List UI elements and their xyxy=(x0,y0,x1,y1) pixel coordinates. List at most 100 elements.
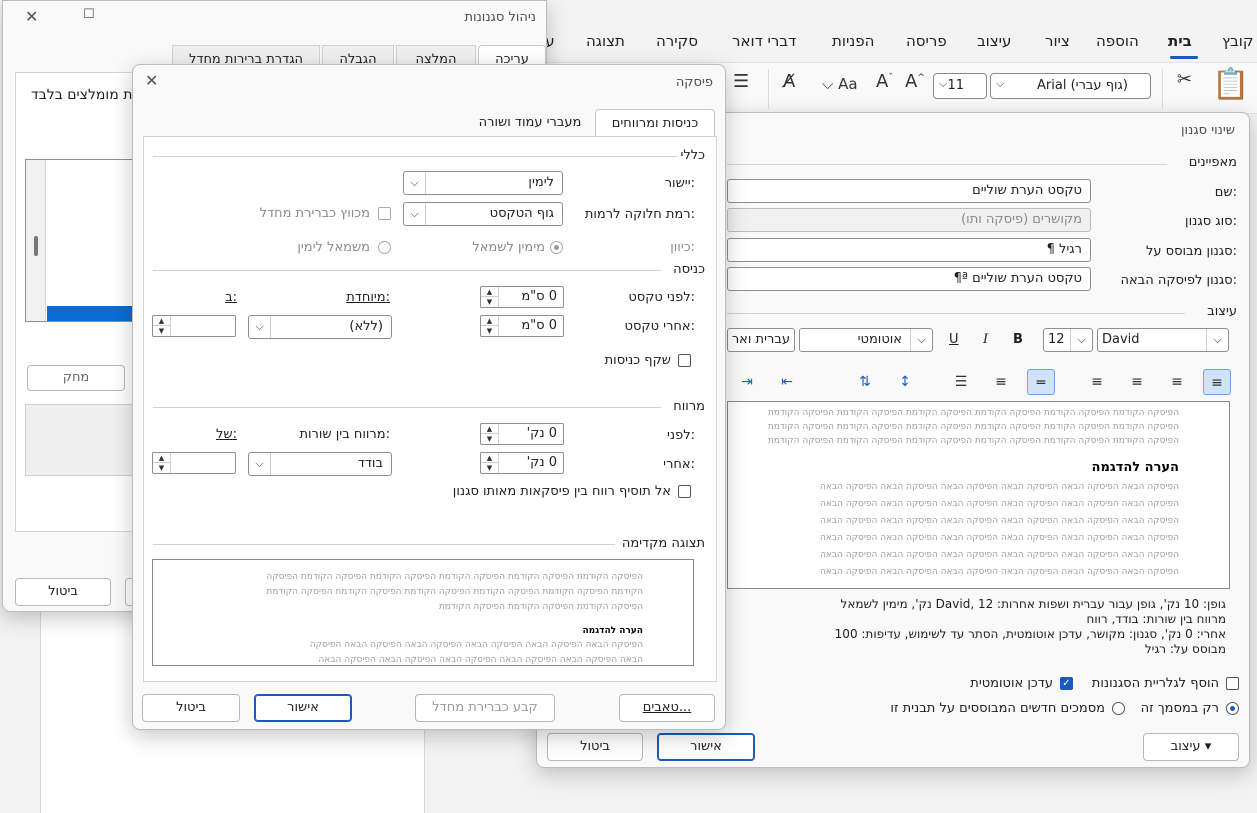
by-label: ב: xyxy=(225,290,237,305)
styles-list-scrollbar[interactable] xyxy=(26,160,46,321)
collapsed-default-checkbox xyxy=(378,207,391,220)
scroll-thumb[interactable] xyxy=(34,236,38,256)
font-name-select[interactable]: Arial (גוף עברי) ⌵ xyxy=(990,73,1151,99)
set-default-button[interactable]: קבע כברירת מחדל xyxy=(415,694,555,722)
cancel-button[interactable]: ביטול xyxy=(142,694,240,722)
selected-style-row[interactable] xyxy=(47,306,135,321)
only-this-doc-radio[interactable] xyxy=(1226,702,1239,715)
outline-level-select[interactable]: גוף הטקסט ⌵ xyxy=(403,202,563,226)
tab-mailings[interactable]: דברי דואר xyxy=(732,32,796,50)
ok-button[interactable]: אישור xyxy=(657,733,755,761)
paste-icon[interactable]: 📋 xyxy=(1212,67,1249,102)
preview-previous-line: הקודמת הפיסקה הקודמת הפיסקה הקודמת הפיסק… xyxy=(266,587,643,597)
name-input[interactable]: טקסט הערת שוליים xyxy=(727,179,1091,203)
increase-indent-icon[interactable]: ⇥ xyxy=(733,369,761,395)
preview-next-line: הפיסקה הבאה הפיסקה הבאה הפיסקה הבאה הפיס… xyxy=(309,640,643,650)
tabs-button[interactable]: טאבים... xyxy=(619,694,715,722)
spin-up-icon[interactable]: ▲ xyxy=(481,453,498,463)
before-text-spinner[interactable]: 0 ס"מ ▲ ▼ xyxy=(480,286,564,308)
spacing-before-spinner[interactable]: 0 נק' ▲ ▼ xyxy=(480,423,564,445)
shrink-font-icon[interactable]: Aˇ xyxy=(876,71,893,92)
cancel-button[interactable]: ביטול xyxy=(547,733,643,761)
add-to-gallery-label: הוסף לגלריית הסגנונות xyxy=(1091,676,1219,691)
close-icon[interactable]: ✕ xyxy=(25,7,38,26)
preview-sample-text: הערה להדגמה xyxy=(1091,460,1179,475)
increase-line-spacing-icon[interactable]: ↕ xyxy=(891,369,919,395)
font-select[interactable]: David ⌵ xyxy=(1097,328,1229,352)
spin-up-icon[interactable]: ▲ xyxy=(481,424,498,434)
tab-draw[interactable]: ציור xyxy=(1045,32,1070,50)
preview-next-line: הפיסקה הבאה הפיסקה הבאה הפיסקה הבאה הפיס… xyxy=(819,550,1179,560)
clear-formatting-icon[interactable]: A̸ xyxy=(783,71,795,92)
before-text-label: לפני טקסט: xyxy=(628,290,695,305)
spin-down-icon[interactable]: ▼ xyxy=(481,326,498,336)
after-text-spinner[interactable]: 0 ס"מ ▲ ▼ xyxy=(480,315,564,337)
style-type-select: מקושרים (פיסקה ותו) xyxy=(727,208,1091,232)
tab-design[interactable]: עיצוב xyxy=(977,32,1011,50)
decrease-line-spacing-icon[interactable]: ⇅ xyxy=(851,369,879,395)
spin-down-icon[interactable]: ▼ xyxy=(153,463,170,473)
maximize-icon[interactable]: ☐ xyxy=(83,7,95,22)
add-to-gallery-checkbox[interactable] xyxy=(1226,677,1239,690)
styles-list[interactable] xyxy=(25,159,135,322)
next-style-select[interactable]: ¶ª טקסט הערת שוליים xyxy=(727,267,1091,291)
font-size-select[interactable]: 11 ⌵ xyxy=(933,73,987,99)
tab-line-page-breaks[interactable]: מעברי עמוד ושורה xyxy=(467,109,593,137)
delete-button[interactable]: מחק xyxy=(27,365,125,391)
indent-by-spinner[interactable]: ▲ ▼ xyxy=(152,315,236,337)
size-select[interactable]: 12 ⌵ xyxy=(1043,328,1093,352)
spin-up-icon[interactable]: ▲ xyxy=(481,316,498,326)
double-spacing-button[interactable]: ☰ xyxy=(947,369,975,395)
only-this-doc-label: רק במסמך זה xyxy=(1140,701,1219,716)
tab-layout[interactable]: פריסה xyxy=(906,32,947,50)
decrease-indent-icon[interactable]: ⇤ xyxy=(773,369,801,395)
script-select[interactable]: עברית ואר xyxy=(727,328,795,352)
alignment-select[interactable]: לימין ⌵ xyxy=(403,171,563,195)
align-center-button[interactable]: ≡ xyxy=(1163,369,1191,395)
tab-home[interactable]: בית xyxy=(1168,32,1192,50)
after-text-label: אחרי טקסט: xyxy=(624,319,695,334)
tab-references[interactable]: הפניות xyxy=(832,32,874,50)
special-indent-select[interactable]: (ללא) ⌵ xyxy=(248,315,392,339)
single-spacing-button[interactable]: ═ xyxy=(1027,369,1055,395)
spin-down-icon[interactable]: ▼ xyxy=(481,463,498,473)
auto-update-checkbox[interactable]: ✓ xyxy=(1060,677,1073,690)
tab-review[interactable]: סקירה xyxy=(656,32,698,50)
section-divider xyxy=(727,313,1185,314)
cancel-button[interactable]: ביטול xyxy=(15,578,111,606)
tab-indents-spacing[interactable]: כניסות ומרווחים xyxy=(595,109,715,137)
spin-up-icon[interactable]: ▲ xyxy=(153,316,170,326)
close-icon[interactable]: ✕ xyxy=(145,71,158,90)
tab-insert[interactable]: הוספה xyxy=(1096,32,1139,50)
format-menu-button[interactable]: עיצוב ▾ xyxy=(1143,733,1239,761)
tab-file[interactable]: קובץ xyxy=(1222,32,1254,50)
bold-button[interactable]: B xyxy=(1013,332,1023,347)
ribbon-divider xyxy=(1162,69,1163,109)
spin-down-icon[interactable]: ▼ xyxy=(481,434,498,444)
line-spacing-at-spinner[interactable]: ▲ ▼ xyxy=(152,452,236,474)
justify-button[interactable]: ≡ xyxy=(1083,369,1111,395)
align-left-button[interactable]: ≡ xyxy=(1123,369,1151,395)
font-color-select[interactable]: אוטומטי ⌵ xyxy=(799,328,933,352)
new-docs-radio[interactable] xyxy=(1112,702,1125,715)
ok-button[interactable]: אישור xyxy=(254,694,352,722)
tab-view[interactable]: תצוגה xyxy=(586,32,625,50)
spin-up-icon[interactable]: ▲ xyxy=(481,287,498,297)
align-right-button[interactable]: ≡ xyxy=(1203,369,1231,395)
line-spacing-select[interactable]: בודד ⌵ xyxy=(248,452,392,476)
italic-button[interactable]: I xyxy=(983,332,988,347)
bullets-icon[interactable]: ☰ xyxy=(733,71,749,92)
spin-up-icon[interactable]: ▲ xyxy=(153,453,170,463)
underline-button[interactable]: U xyxy=(949,332,959,347)
grow-font-icon[interactable]: A^ xyxy=(905,71,925,92)
mirror-indents-checkbox[interactable] xyxy=(678,354,691,367)
one-half-spacing-button[interactable]: ≡ xyxy=(987,369,1015,395)
change-case-icon[interactable]: ⌵ Aa xyxy=(822,75,858,93)
no-space-same-style-checkbox[interactable] xyxy=(678,485,691,498)
based-on-select[interactable]: ¶ רגיל xyxy=(727,238,1091,262)
spacing-after-spinner[interactable]: 0 נק' ▲ ▼ xyxy=(480,452,564,474)
description-line: אחרי: 0 נק', סגנון: מקושר, עדכן אוטומטית… xyxy=(834,627,1226,641)
spin-down-icon[interactable]: ▼ xyxy=(153,326,170,336)
cut-icon[interactable]: ✂ xyxy=(1177,69,1192,90)
spin-down-icon[interactable]: ▼ xyxy=(481,297,498,307)
